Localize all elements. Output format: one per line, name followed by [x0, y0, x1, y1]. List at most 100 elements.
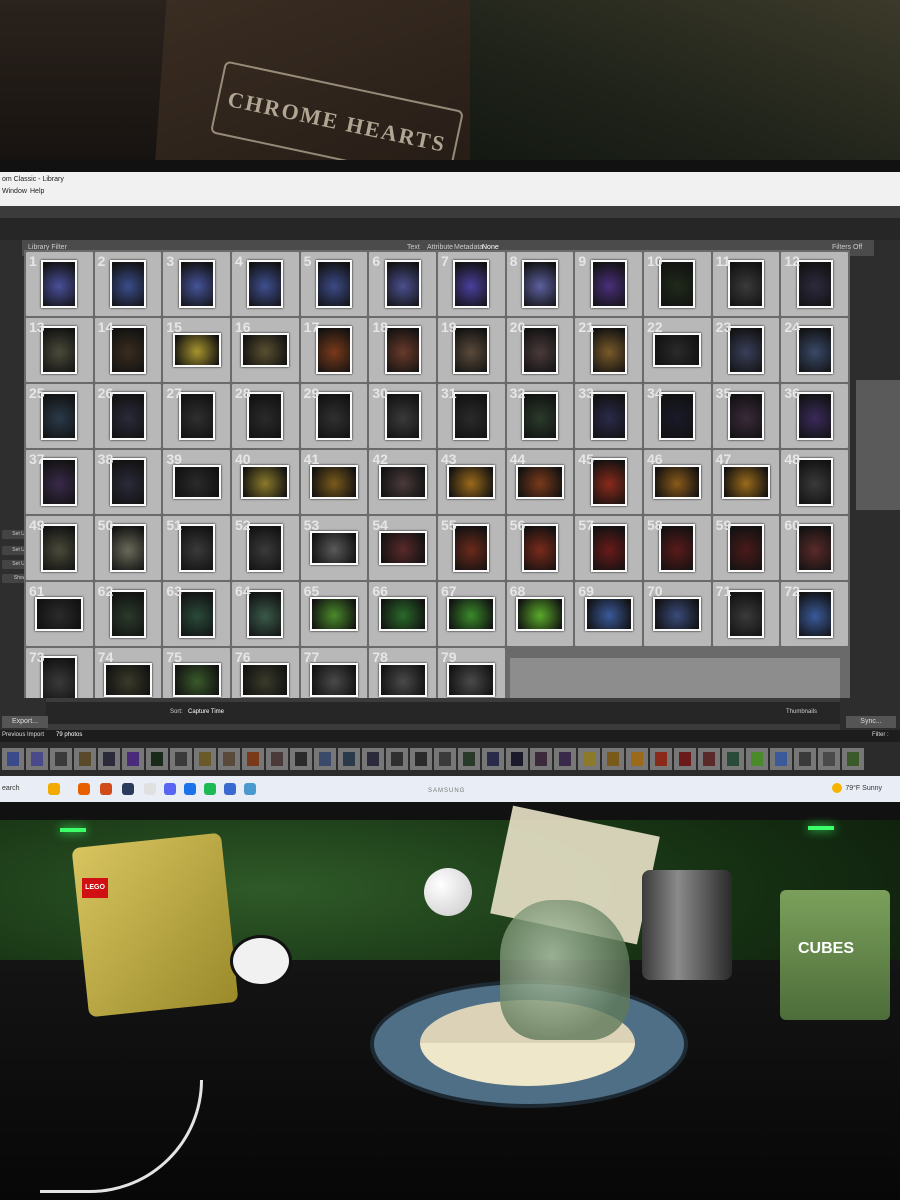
- photo-thumbnail[interactable]: [178, 260, 215, 308]
- grid-cell[interactable]: 41: [300, 450, 368, 514]
- photo-thumbnail[interactable]: [41, 260, 78, 308]
- photo-thumbnail[interactable]: [515, 465, 564, 499]
- photo-thumbnail[interactable]: [178, 590, 215, 638]
- photo-thumbnail[interactable]: [796, 458, 833, 506]
- photo-thumbnail[interactable]: [521, 392, 558, 440]
- grid-cell[interactable]: 14: [94, 318, 162, 382]
- weather-readout[interactable]: 79°F Sunny: [845, 785, 882, 792]
- photo-thumbnail[interactable]: [41, 326, 78, 374]
- photo-thumbnail[interactable]: [653, 465, 702, 499]
- photo-thumbnail[interactable]: [653, 597, 702, 631]
- lightroom-icon[interactable]: [224, 783, 236, 795]
- grid-cell[interactable]: 79: [437, 648, 505, 698]
- filmstrip-thumbnail[interactable]: [674, 748, 696, 770]
- photo-thumbnail[interactable]: [590, 260, 627, 308]
- filmstrip-thumbnail[interactable]: [2, 748, 24, 770]
- filmstrip-thumbnail[interactable]: [74, 748, 96, 770]
- grid-cell[interactable]: 59: [712, 516, 780, 580]
- grid-cell[interactable]: 17: [300, 318, 368, 382]
- photo-thumbnail[interactable]: [378, 597, 427, 631]
- filmstrip-thumbnail[interactable]: [746, 748, 768, 770]
- photo-thumbnail[interactable]: [796, 326, 833, 374]
- photo-thumbnail[interactable]: [109, 392, 146, 440]
- filmstrip-thumbnail[interactable]: [650, 748, 672, 770]
- photo-thumbnail[interactable]: [727, 392, 764, 440]
- grid-cell[interactable]: 19: [437, 318, 505, 382]
- grid-cell[interactable]: 20: [506, 318, 574, 382]
- filmstrip-thumbnail[interactable]: [386, 748, 408, 770]
- grid-cell[interactable]: 73: [26, 648, 93, 698]
- filmstrip-thumbnail[interactable]: [338, 748, 360, 770]
- grid-cell[interactable]: 54: [369, 516, 436, 580]
- photo-thumbnail[interactable]: [241, 663, 290, 697]
- photo-thumbnail[interactable]: [378, 663, 427, 697]
- discord-icon[interactable]: [164, 783, 176, 795]
- photo-thumbnail[interactable]: [447, 663, 496, 697]
- grid-cell[interactable]: 2: [94, 252, 162, 316]
- photo-thumbnail[interactable]: [172, 663, 221, 697]
- grid-cell[interactable]: 30: [369, 384, 436, 448]
- grid-cell[interactable]: 6: [369, 252, 436, 316]
- photo-thumbnail[interactable]: [309, 531, 358, 565]
- photo-thumbnail[interactable]: [309, 465, 358, 499]
- grid-cell[interactable]: 35: [712, 384, 780, 448]
- photo-thumbnail[interactable]: [384, 260, 421, 308]
- filmstrip-thumbnail[interactable]: [290, 748, 312, 770]
- photo-thumbnail[interactable]: [590, 392, 627, 440]
- filmstrip-thumbnail[interactable]: [26, 748, 48, 770]
- filmstrip-source[interactable]: Previous Import: [2, 732, 44, 738]
- photo-thumbnail[interactable]: [521, 260, 558, 308]
- photo-thumbnail[interactable]: [659, 524, 696, 572]
- grid-cell[interactable]: 78: [369, 648, 436, 698]
- grid-cell[interactable]: 63: [163, 582, 230, 646]
- filmstrip-thumbnail[interactable]: [434, 748, 456, 770]
- filmstrip-thumbnail[interactable]: [146, 748, 168, 770]
- photo-thumbnail[interactable]: [172, 465, 221, 499]
- filmstrip-thumbnail[interactable]: [626, 748, 648, 770]
- app-icon[interactable]: [100, 783, 112, 795]
- filmstrip-thumbnail[interactable]: [602, 748, 624, 770]
- grid-cell[interactable]: 27: [163, 384, 230, 448]
- filmstrip-thumbnail[interactable]: [314, 748, 336, 770]
- filmstrip-thumbnail[interactable]: [506, 748, 528, 770]
- filmstrip-thumbnail[interactable]: [722, 748, 744, 770]
- spotify-icon[interactable]: [204, 783, 216, 795]
- grid-cell[interactable]: 8: [506, 252, 574, 316]
- grid-cell[interactable]: 40: [231, 450, 299, 514]
- grid-cell[interactable]: 65: [300, 582, 368, 646]
- filmstrip-thumbnail[interactable]: [578, 748, 600, 770]
- filmstrip-thumbnail[interactable]: [482, 748, 504, 770]
- photo-thumbnail[interactable]: [103, 663, 152, 697]
- photo-thumbnail[interactable]: [315, 392, 352, 440]
- photo-thumbnail[interactable]: [247, 590, 284, 638]
- grid-cell[interactable]: 31: [437, 384, 505, 448]
- photo-thumbnail[interactable]: [453, 326, 490, 374]
- photo-thumbnail[interactable]: [727, 524, 764, 572]
- grid-cell[interactable]: 68: [506, 582, 574, 646]
- photo-thumbnail[interactable]: [109, 260, 146, 308]
- menu-help[interactable]: Help: [30, 188, 44, 195]
- sync-button[interactable]: Sync...: [846, 716, 896, 728]
- app-icon[interactable]: [184, 783, 196, 795]
- grid-cell[interactable]: 12: [781, 252, 848, 316]
- filmstrip-thumbnail[interactable]: [170, 748, 192, 770]
- photo-thumbnail[interactable]: [247, 392, 284, 440]
- filmstrip-thumbnail[interactable]: [50, 748, 72, 770]
- photo-thumbnail[interactable]: [309, 597, 358, 631]
- grid-cell[interactable]: 51: [163, 516, 230, 580]
- grid-cell[interactable]: 42: [369, 450, 436, 514]
- grid-cell[interactable]: 52: [231, 516, 299, 580]
- photo-thumbnail[interactable]: [796, 260, 833, 308]
- filmstrip-thumbnail[interactable]: [218, 748, 240, 770]
- steam-icon[interactable]: [122, 783, 134, 795]
- sort-value[interactable]: Capture Time: [188, 709, 224, 715]
- photo-thumbnail[interactable]: [659, 392, 696, 440]
- filmstrip-thumbnail[interactable]: [266, 748, 288, 770]
- grid-cell[interactable]: 11: [712, 252, 780, 316]
- grid-cell[interactable]: 69: [575, 582, 642, 646]
- filmstrip-thumbnail[interactable]: [410, 748, 432, 770]
- grid-cell[interactable]: 22: [643, 318, 711, 382]
- photo-thumbnail[interactable]: [41, 458, 78, 506]
- menu-window[interactable]: Window: [2, 188, 27, 195]
- photo-thumbnail[interactable]: [447, 465, 496, 499]
